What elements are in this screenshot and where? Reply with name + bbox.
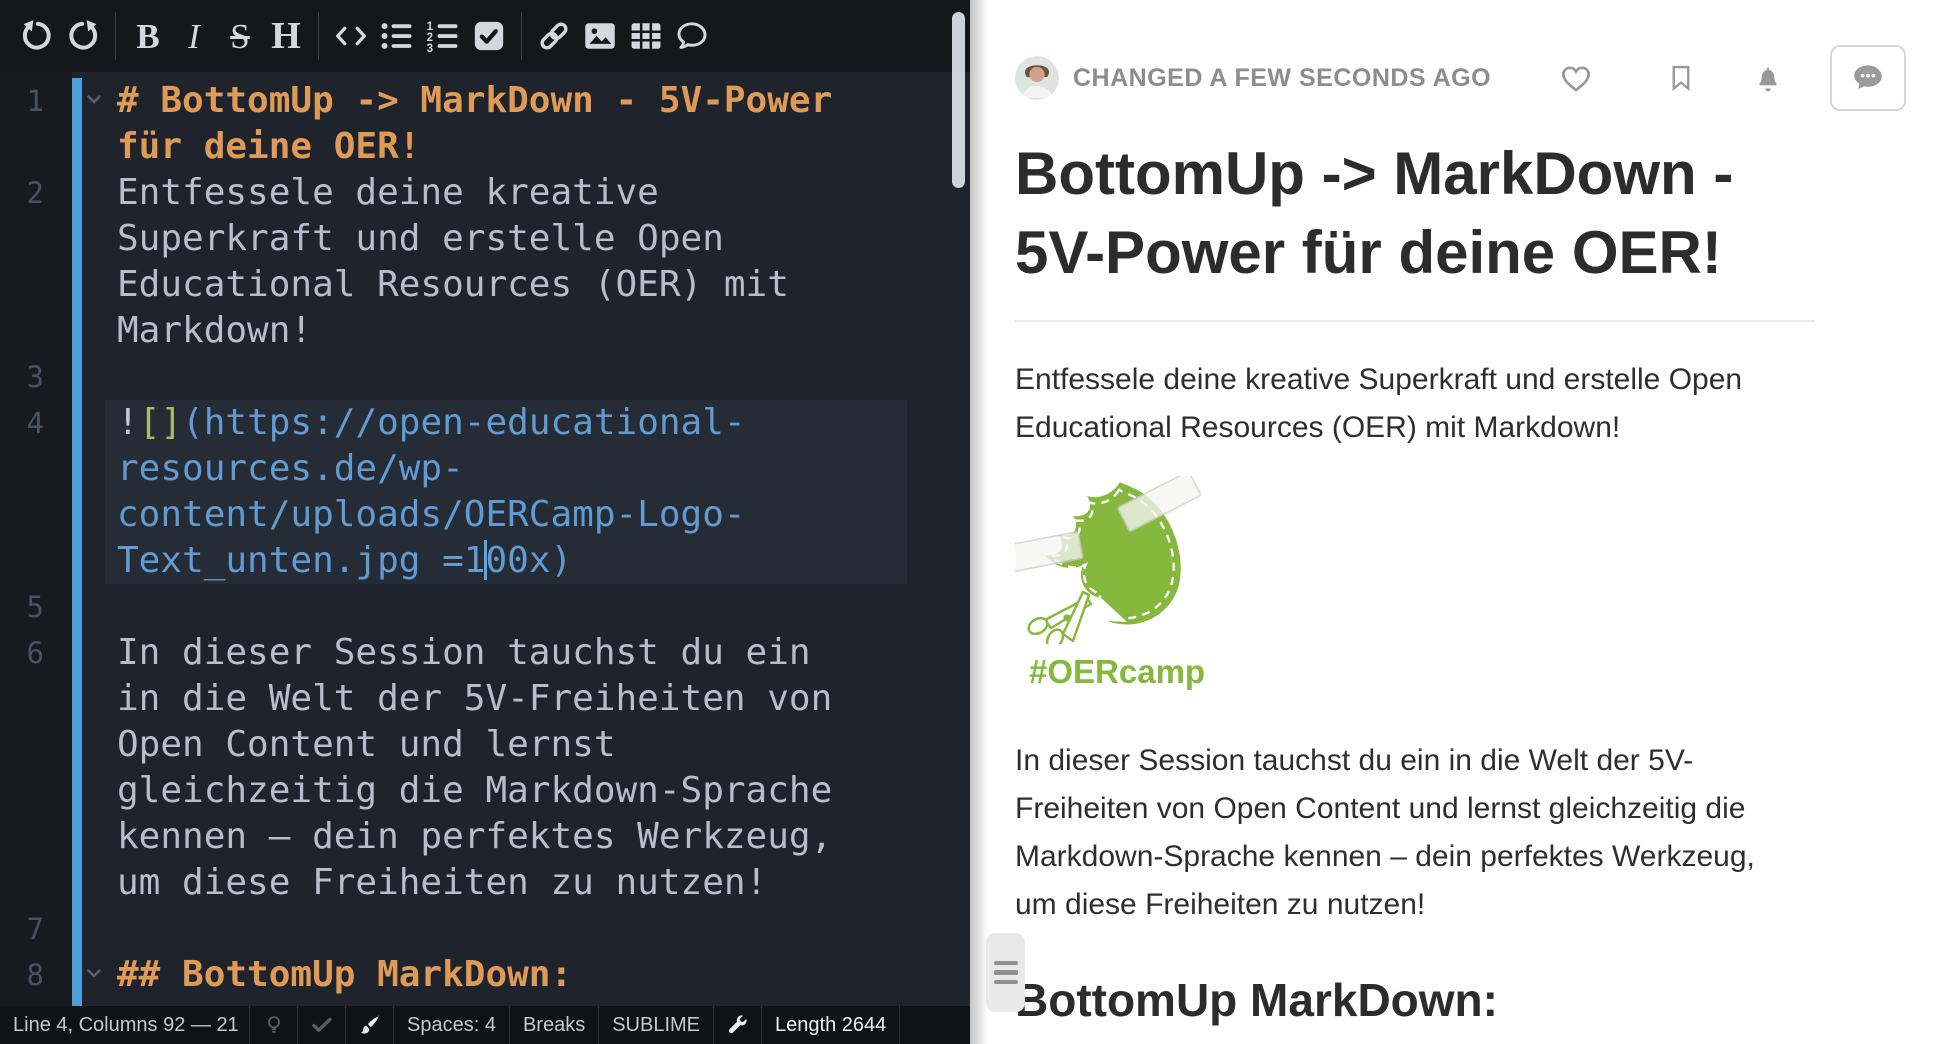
- editor-line[interactable]: 6 In dieser Session tauchst du ein in die…: [0, 630, 970, 906]
- editor-toolbar: B I S H 123: [0, 0, 970, 72]
- line-text: ![](https://open-educational-resources.d…: [117, 400, 907, 584]
- horizontal-rule: [1015, 320, 1815, 322]
- oercamp-logo-caption: #OERcamp: [1029, 653, 1815, 691]
- editor-line[interactable]: 2 Entfessele deine kreative Superkraft un…: [0, 170, 970, 354]
- line-text: [117, 584, 907, 630]
- cursor-position-status: Line 4, Columns 92 — 21: [0, 1006, 250, 1044]
- spellcheck-check-icon[interactable]: [298, 1006, 346, 1044]
- toolbar-separator: [318, 12, 319, 60]
- keymap-setting[interactable]: SUBLIME: [599, 1006, 714, 1044]
- italic-icon[interactable]: I: [171, 11, 217, 61]
- bookmark-icon[interactable]: [1666, 61, 1696, 95]
- line-text: [117, 998, 907, 1006]
- intro-paragraph: Entfessele deine kreative Superkraft und…: [1015, 356, 1795, 452]
- breaks-setting[interactable]: Breaks: [510, 1006, 599, 1044]
- line-number: 8: [0, 952, 44, 998]
- handle-bar: [994, 980, 1018, 985]
- pane-resize-handle[interactable]: [986, 933, 1025, 1012]
- notification-bell-icon[interactable]: [1752, 60, 1784, 96]
- line-number: 9: [0, 998, 44, 1006]
- line-text: [117, 906, 907, 952]
- ordered-list-icon[interactable]: 123: [420, 11, 466, 61]
- insert-image-icon[interactable]: [577, 11, 623, 61]
- document-length-status: Length 2644: [762, 1006, 900, 1044]
- undo-icon[interactable]: [14, 11, 60, 61]
- line-number: 3: [0, 354, 44, 400]
- comments-button[interactable]: [1830, 45, 1906, 111]
- wrench-icon[interactable]: [714, 1006, 762, 1044]
- strikethrough-icon[interactable]: S: [217, 11, 263, 61]
- pane-divider-shadow: [970, 0, 988, 1044]
- editor-status-bar: Line 4, Columns 92 — 21 Spaces: 4 Breaks…: [0, 1006, 970, 1044]
- editor-scrollbar-thumb[interactable]: [952, 12, 965, 188]
- insert-link-icon[interactable]: [531, 11, 577, 61]
- heading-icon[interactable]: H: [263, 11, 309, 61]
- avatar[interactable]: [1015, 56, 1059, 100]
- editor-line[interactable]: 8 ## BottomUp MarkDown:: [0, 952, 970, 998]
- preview-actions: [1558, 45, 1906, 111]
- lightbulb-icon[interactable]: [250, 1006, 298, 1044]
- comment-icon[interactable]: [669, 11, 715, 61]
- editor-lines: 1 # BottomUp -> MarkDown - 5V-Power für d…: [0, 78, 970, 1006]
- insert-table-icon[interactable]: [623, 11, 669, 61]
- line-text: In dieser Session tauchst du ein in die …: [117, 630, 907, 906]
- toolbar-separator: [521, 12, 522, 60]
- editor-line[interactable]: 3: [0, 354, 970, 400]
- spaces-setting[interactable]: Spaces: 4: [394, 1006, 510, 1044]
- code-block-icon[interactable]: [328, 11, 374, 61]
- line-number: 1: [0, 78, 44, 170]
- handle-bar: [994, 961, 1018, 966]
- fold-chevron-icon[interactable]: [86, 968, 102, 980]
- section-heading: BottomUp MarkDown:: [1015, 973, 1815, 1027]
- line-number: 4: [0, 400, 44, 584]
- check-list-icon[interactable]: [466, 11, 512, 61]
- line-number: 2: [0, 170, 44, 354]
- theme-brush-icon[interactable]: [346, 1006, 394, 1044]
- like-heart-icon[interactable]: [1558, 61, 1594, 95]
- unordered-list-icon[interactable]: [374, 11, 420, 61]
- markdown-editor-pane: B I S H 123 1# BottomUp -> MarkD: [0, 0, 970, 1044]
- document-title: BottomUp -> MarkDown - 5V-Power für dein…: [1015, 134, 1815, 292]
- preview-content: BottomUp -> MarkDown - 5V-Power für dein…: [970, 134, 1815, 1044]
- markdown-preview-pane: CHANGED A FEW SECONDS AGO BottomUp -> Ma…: [970, 0, 1938, 1044]
- editor-line[interactable]: 4 ![](https://open-educational-resources.…: [0, 400, 970, 584]
- editor-text-area[interactable]: 1 # BottomUp -> MarkDown - 5V-Power für d…: [0, 72, 970, 1006]
- scissors-icon: [1026, 592, 1091, 644]
- line-text: [117, 354, 907, 400]
- line-text: # BottomUp -> MarkDown - 5V-Power für de…: [117, 78, 907, 170]
- line-number: 7: [0, 906, 44, 952]
- editor-line[interactable]: 7: [0, 906, 970, 952]
- editor-line[interactable]: 9: [0, 998, 970, 1006]
- fold-chevron-icon[interactable]: [86, 94, 102, 106]
- handle-bar: [994, 970, 1018, 975]
- editor-line[interactable]: 5: [0, 584, 970, 630]
- line-number: 5: [0, 584, 44, 630]
- toolbar-separator: [115, 12, 116, 60]
- oercamp-logo: #OERcamp: [1015, 476, 1815, 691]
- chat-bubble-icon: [1848, 60, 1888, 96]
- preview-header: CHANGED A FEW SECONDS AGO: [970, 0, 1938, 112]
- oercamp-logo-image: [1015, 476, 1221, 644]
- bold-icon[interactable]: B: [125, 11, 171, 61]
- redo-icon[interactable]: [60, 11, 106, 61]
- status-bar-filler: [900, 1006, 970, 1044]
- text-cursor: [484, 540, 487, 580]
- session-paragraph: In dieser Session tauchst du ein in die …: [1015, 737, 1795, 929]
- line-number: 6: [0, 630, 44, 906]
- last-changed-label: CHANGED A FEW SECONDS AGO: [1073, 64, 1491, 93]
- editor-line[interactable]: 1 # BottomUp -> MarkDown - 5V-Power für d…: [0, 78, 970, 170]
- svg-text:3: 3: [427, 42, 434, 53]
- line-text: ## BottomUp MarkDown:: [117, 952, 907, 998]
- line-text: Entfessele deine kreative Superkraft und…: [117, 170, 907, 354]
